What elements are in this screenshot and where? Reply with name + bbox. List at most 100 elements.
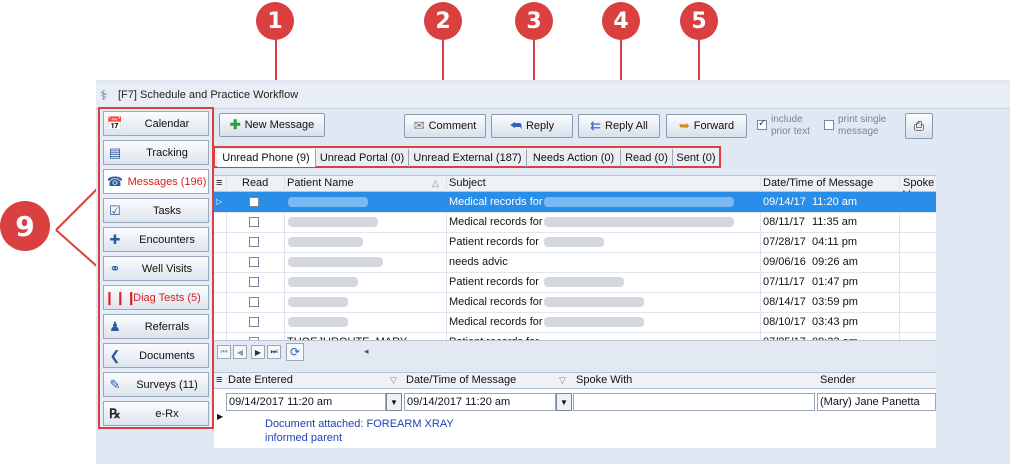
- tab-read[interactable]: Read (0): [621, 149, 673, 167]
- sidebar-item-surveys[interactable]: ✎ Surveys (11): [103, 372, 209, 397]
- time-cell: 03:59 pm: [812, 296, 858, 308]
- column-patient-name[interactable]: Patient Name: [287, 177, 354, 189]
- first-record-icon[interactable]: ⏮: [217, 345, 231, 359]
- reply-label: Reply: [525, 120, 555, 132]
- table-row[interactable]: needs advic 09/06/16 09:26 am: [214, 252, 936, 273]
- date-cell: 09/14/17: [763, 196, 806, 208]
- next-record-icon[interactable]: ▶: [251, 345, 265, 359]
- refresh-icon[interactable]: ⟳: [286, 343, 304, 361]
- callout-3: 3: [515, 2, 553, 40]
- read-checkbox[interactable]: [249, 197, 259, 207]
- callout-2: 2: [424, 2, 462, 40]
- subject-cell: Medical records for: [449, 296, 543, 308]
- tab-needs-action[interactable]: Needs Action (0): [527, 149, 621, 167]
- include-prior-text-checkbox[interactable]: ✓: [757, 118, 767, 130]
- time-cell: 04:11 pm: [812, 236, 858, 248]
- redacted-subject: [544, 297, 644, 307]
- tracking-icon: ▤: [108, 144, 122, 160]
- column-message-datetime[interactable]: Date/Time of Message: [406, 374, 516, 386]
- subject-cell: Patient records for: [449, 276, 539, 288]
- filter-icon[interactable]: ▽: [390, 375, 397, 386]
- sidebar-item-label: Calendar: [144, 117, 190, 130]
- spoke-with-field[interactable]: [573, 393, 815, 411]
- new-message-button[interactable]: ✚ New Message: [219, 113, 325, 137]
- sidebar-item-messages[interactable]: ☎ Messages (196): [103, 169, 209, 194]
- comment-button[interactable]: ✉ Comment: [404, 114, 486, 138]
- forward-button[interactable]: ➥ Forward: [666, 114, 747, 138]
- column-date-entered[interactable]: Date Entered: [228, 374, 293, 386]
- table-row[interactable]: Medical records for 08/10/17 03:43 pm: [214, 312, 936, 333]
- filter-icon[interactable]: ▽: [559, 375, 566, 386]
- chevron-down-icon[interactable]: ▼: [386, 393, 402, 411]
- sidebar-item-encounters[interactable]: ✚ Encounters: [103, 227, 209, 252]
- column-subject[interactable]: Subject: [449, 177, 486, 189]
- current-row-icon: ▷: [216, 197, 223, 206]
- table-row[interactable]: ▷ Medical records for 09/14/17 11:20 am: [214, 192, 936, 213]
- forward-icon: ➥: [678, 118, 690, 133]
- table-row[interactable]: Medical records for 08/11/17 11:35 am: [214, 212, 936, 233]
- time-cell: 01:47 pm: [812, 276, 858, 288]
- column-read[interactable]: Read: [242, 177, 268, 189]
- table-row[interactable]: Patient records for 07/28/17 04:11 pm: [214, 232, 936, 253]
- column-sender[interactable]: Sender: [820, 374, 855, 386]
- print-single-message-checkbox[interactable]: [824, 120, 834, 130]
- read-checkbox[interactable]: [249, 217, 259, 227]
- comment-label: Comment: [428, 120, 477, 132]
- tasks-icon: ☑: [109, 202, 121, 218]
- table-row[interactable]: Patient records for 07/11/17 01:47 pm: [214, 272, 936, 293]
- read-checkbox[interactable]: [249, 277, 259, 287]
- encounters-icon: ✚: [109, 231, 121, 247]
- date-cell: 08/11/17: [763, 216, 806, 228]
- sidebar-item-tracking[interactable]: ▤ Tracking: [103, 140, 209, 165]
- redacted-patient-name: [288, 217, 378, 227]
- date-cell: 09/06/16: [763, 256, 806, 268]
- rx-icon: ℞: [109, 405, 121, 421]
- tab-unread-portal[interactable]: Unread Portal (0): [316, 149, 409, 167]
- date-entered-field[interactable]: 09/14/2017 11:20 am: [226, 393, 386, 411]
- tab-unread-external[interactable]: Unread External (187): [409, 149, 527, 167]
- read-checkbox[interactable]: [249, 237, 259, 247]
- table-row[interactable]: Medical records for 08/14/17 03:59 pm: [214, 292, 936, 313]
- sidebar-item-label: Messages (196): [127, 175, 207, 188]
- printer-icon: ⎙: [913, 118, 925, 133]
- sidebar-item-calendar[interactable]: 📅 Calendar: [103, 111, 209, 136]
- time-cell: 03:43 pm: [812, 316, 858, 328]
- chevron-down-icon[interactable]: ▼: [556, 393, 572, 411]
- redacted-subject: [544, 197, 734, 207]
- message-note-line-1: Document attached: FOREARM XRAY: [265, 418, 454, 430]
- sidebar-item-erx[interactable]: ℞ e-Rx: [103, 401, 209, 426]
- column-chooser-icon[interactable]: ≡: [216, 177, 222, 189]
- read-checkbox[interactable]: [249, 297, 259, 307]
- sidebar-item-referrals[interactable]: ♟ Referrals: [103, 314, 209, 339]
- read-checkbox[interactable]: [249, 257, 259, 267]
- sidebar-item-diag-tests[interactable]: ❙❙❙ Diag Tests (5): [103, 285, 209, 310]
- sidebar-item-documents[interactable]: ❮ Documents: [103, 343, 209, 368]
- redacted-patient-name: [288, 297, 348, 307]
- print-button[interactable]: ⎙: [905, 113, 933, 139]
- reply-all-button[interactable]: ⇇ Reply All: [578, 114, 660, 138]
- time-cell: 11:20 am: [812, 196, 858, 208]
- scroll-left-icon[interactable]: ◂: [364, 346, 369, 357]
- read-checkbox[interactable]: [249, 317, 259, 327]
- column-spoke-with[interactable]: Spoke With: [576, 374, 632, 386]
- sidebar-item-tasks[interactable]: ☑ Tasks: [103, 198, 209, 223]
- subject-cell: Patient records for: [449, 236, 539, 248]
- column-date-time[interactable]: Date/Time of Message: [763, 177, 873, 189]
- last-record-icon[interactable]: ⏭: [267, 345, 281, 359]
- time-cell: 09:26 am: [812, 256, 858, 268]
- plus-icon: ✚: [229, 117, 241, 132]
- subject-cell: Medical records for: [449, 216, 543, 228]
- tab-unread-phone[interactable]: Unread Phone (9): [217, 149, 316, 167]
- reply-button[interactable]: ⮪ Reply: [491, 114, 573, 138]
- envelope-icon: ✉: [413, 118, 425, 133]
- message-datetime-field[interactable]: 09/14/2017 11:20 am: [404, 393, 556, 411]
- sidebar-item-well-visits[interactable]: ⚭ Well Visits: [103, 256, 209, 281]
- column-chooser-icon[interactable]: ≡: [216, 374, 222, 386]
- prev-record-icon[interactable]: ◀: [233, 345, 247, 359]
- sidebar-item-label: Referrals: [144, 320, 190, 333]
- subject-cell: Medical records for: [449, 196, 543, 208]
- tab-sent[interactable]: Sent (0): [673, 149, 719, 167]
- sender-field[interactable]: (Mary) Jane Panetta: [817, 393, 936, 411]
- sidebar-item-label: Encounters: [139, 233, 195, 246]
- detail-header: ≡ Date Entered ▽ Date/Time of Message ▽ …: [214, 373, 936, 389]
